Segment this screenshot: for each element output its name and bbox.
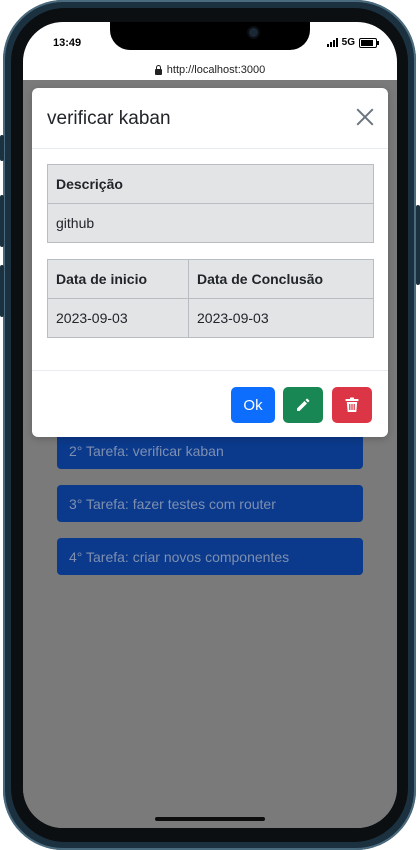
- notch: [110, 22, 310, 50]
- close-icon[interactable]: [356, 108, 374, 126]
- description-value: github: [47, 203, 374, 243]
- ok-button[interactable]: Ok: [231, 387, 275, 423]
- signal-icon: [326, 38, 338, 47]
- volume-up-button: [0, 195, 4, 247]
- url-bar[interactable]: http://localhost:3000: [23, 60, 397, 80]
- home-indicator[interactable]: [155, 817, 265, 821]
- trash-icon: [345, 397, 359, 412]
- url-text: http://localhost:3000: [166, 64, 266, 76]
- battery-icon: [359, 37, 379, 48]
- delete-button[interactable]: [332, 387, 372, 423]
- task-label: 4° Tarefa: criar novos componentes: [69, 548, 290, 565]
- status-time: 13:49: [53, 37, 82, 49]
- modal-header: verificar kaban: [32, 88, 388, 149]
- end-date-header: Data de Conclusão: [188, 259, 374, 299]
- status-icons: 5G: [326, 37, 379, 48]
- screen: 13:49 5G http://localhost:3000 2° Tarefa…: [23, 22, 397, 828]
- modal-title: verificar kaban: [47, 108, 171, 129]
- start-date-header: Data de inicio: [47, 259, 189, 299]
- start-date-value: 2023-09-03: [47, 298, 189, 338]
- description-header: Descrição: [47, 164, 374, 204]
- network-label: 5G: [341, 37, 355, 48]
- status-bar: 13:49 5G: [23, 22, 397, 60]
- task-item[interactable]: 3° Tarefa: fazer testes com router: [57, 485, 363, 522]
- task-modal: verificar kaban Descrição github Data de…: [32, 88, 388, 437]
- mute-switch: [0, 135, 4, 161]
- task-label: 2° Tarefa: verificar kaban: [69, 442, 224, 459]
- end-date-value: 2023-09-03: [188, 298, 374, 338]
- lock-icon: [154, 65, 162, 75]
- dates-table: Data de inicio Data de Conclusão 2023-09…: [47, 259, 374, 338]
- description-table: Descrição github: [47, 164, 374, 243]
- volume-down-button: [0, 265, 4, 317]
- edit-button[interactable]: [283, 387, 323, 423]
- power-button: [416, 205, 420, 285]
- task-label: 3° Tarefa: fazer testes com router: [69, 495, 276, 512]
- task-item[interactable]: 4° Tarefa: criar novos componentes: [57, 538, 363, 575]
- camera-icon: [249, 28, 258, 37]
- pencil-icon: [297, 398, 310, 411]
- modal-footer: Ok: [32, 370, 388, 438]
